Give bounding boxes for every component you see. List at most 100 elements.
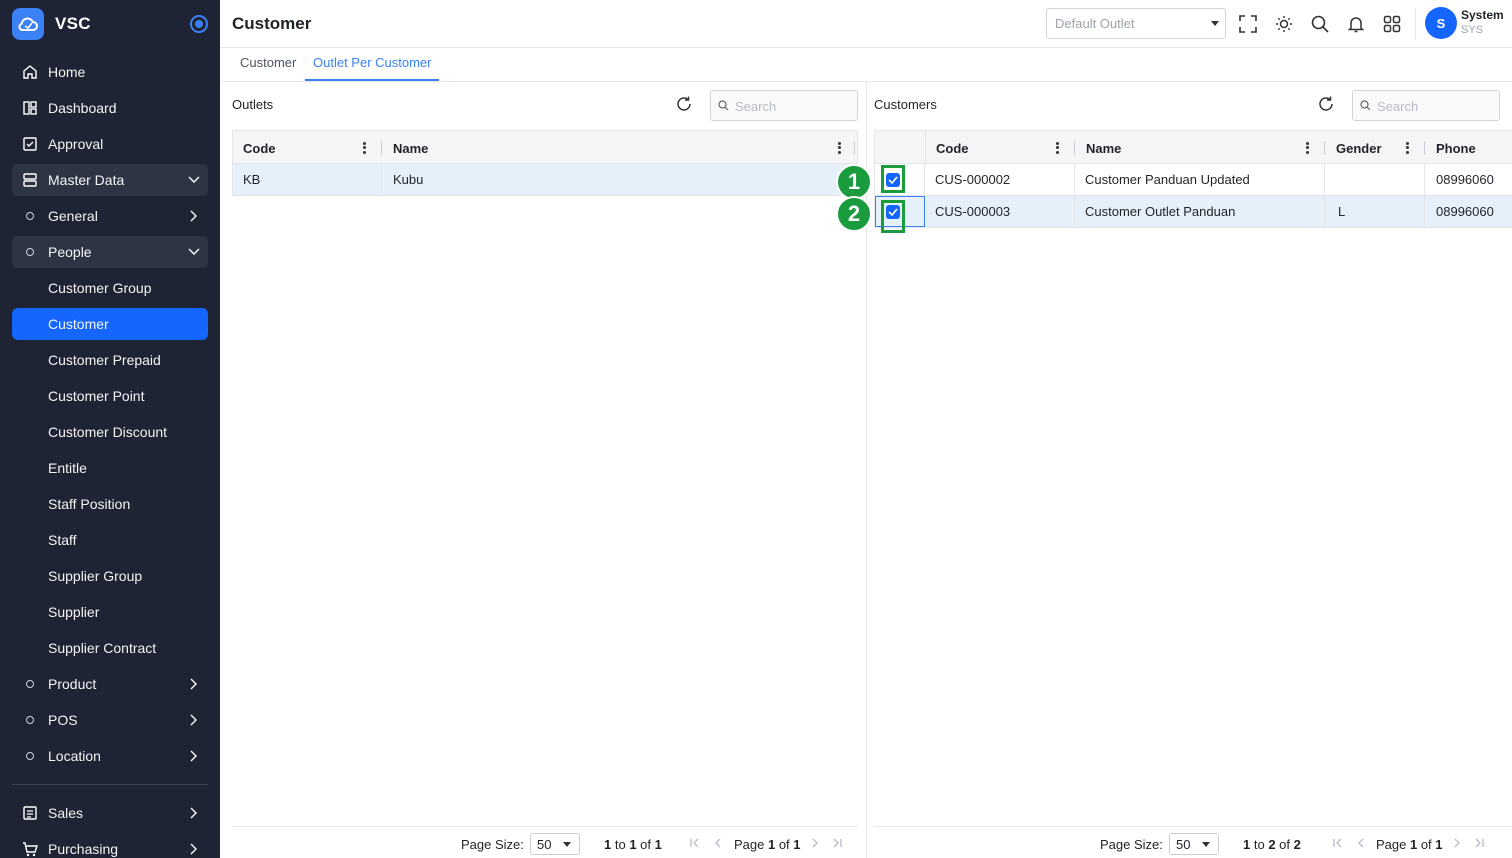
sidebar-item-customer-prepaid[interactable]: Customer Prepaid — [12, 344, 208, 376]
chevron-right-icon — [180, 843, 208, 855]
table-row[interactable]: CUS-000002 Customer Panduan Updated 0899… — [874, 164, 1512, 196]
bell-icon[interactable] — [1344, 12, 1368, 36]
column-header-code[interactable]: Code — [243, 131, 276, 165]
sidebar-item-pos[interactable]: POS — [12, 704, 208, 736]
chevron-right-icon — [180, 750, 208, 762]
chevron-right-icon — [180, 210, 208, 222]
column-header-name[interactable]: Name — [1086, 131, 1121, 165]
cell-phone: 08996060 — [1436, 204, 1494, 219]
column-resize-handle[interactable] — [1324, 141, 1325, 155]
first-page-icon[interactable] — [688, 836, 702, 850]
column-menu-icon[interactable] — [1302, 141, 1312, 155]
page-size-select[interactable]: 50 — [530, 833, 580, 855]
cell-code: CUS-000002 — [925, 164, 1075, 195]
cell-code: CUS-000003 — [925, 196, 1075, 227]
column-menu-icon[interactable] — [1052, 141, 1062, 155]
step-badge: 2 — [836, 196, 872, 232]
table-row[interactable]: CUS-000003 Customer Outlet Panduan L 089… — [874, 196, 1512, 228]
search-icon[interactable] — [1308, 12, 1332, 36]
caret-down-icon — [1202, 842, 1210, 847]
sidebar-item-general[interactable]: General — [12, 200, 208, 232]
sidebar-item-people[interactable]: People — [12, 236, 208, 268]
column-header-gender[interactable]: Gender — [1336, 131, 1382, 165]
sidebar-item-approval[interactable]: Approval — [12, 128, 208, 160]
app-name: VSC — [55, 14, 91, 33]
sidebar-item-label: Approval — [48, 136, 104, 152]
refresh-icon[interactable] — [675, 95, 695, 115]
sidebar-item-sales[interactable]: Sales — [12, 797, 208, 829]
sidebar-item-label: Staff Position — [48, 496, 131, 512]
sidebar-item-label: Customer Prepaid — [48, 352, 161, 368]
last-page-icon[interactable] — [1472, 836, 1486, 850]
refresh-icon[interactable] — [1317, 95, 1337, 115]
sidebar-item-label: POS — [48, 712, 78, 728]
caret-down-icon — [1211, 21, 1219, 26]
circle-icon — [12, 248, 48, 256]
receipt-icon — [12, 805, 48, 821]
highlight-box — [881, 165, 905, 193]
table-row[interactable]: KB Kubu — [232, 164, 858, 196]
page-title: Customer — [232, 14, 312, 33]
next-page-icon[interactable] — [1450, 836, 1464, 850]
column-menu-icon[interactable] — [359, 141, 369, 155]
prev-page-icon[interactable] — [1354, 836, 1368, 850]
tab-customer[interactable]: Customer — [240, 48, 300, 81]
column-menu-icon[interactable] — [834, 141, 844, 155]
sidebar-item-supplier[interactable]: Supplier — [12, 596, 208, 628]
chevron-down-icon — [180, 176, 208, 184]
column-header-phone[interactable]: Phone — [1436, 131, 1476, 165]
sidebar-item-entitle[interactable]: Entitle — [12, 452, 208, 484]
outlets-search-input[interactable]: Search — [710, 90, 858, 121]
sidebar-item-dashboard[interactable]: Dashboard — [12, 92, 208, 124]
sidebar-item-staff[interactable]: Staff — [12, 524, 208, 556]
customers-pagination: Page Size: 50 1 to 2 of 2 Page 1 of 1 — [874, 826, 1512, 858]
sun-icon[interactable] — [1272, 12, 1296, 36]
sidebar-item-location[interactable]: Location — [12, 740, 208, 772]
sidebar-item-label: Dashboard — [48, 100, 117, 116]
outlet-select-placeholder: Default Outlet — [1055, 16, 1135, 31]
tab-outlet-per-customer[interactable]: Outlet Per Customer — [305, 48, 439, 81]
circle-icon — [12, 680, 48, 688]
sidebar-item-label: Purchasing — [48, 841, 119, 857]
sidebar-item-customer-group[interactable]: Customer Group — [12, 272, 208, 304]
page-size-select[interactable]: 50 — [1169, 833, 1219, 855]
sidebar-item-product[interactable]: Product — [12, 668, 208, 700]
customers-search-input[interactable]: Search — [1352, 90, 1500, 121]
sidebar-item-supplier-contract[interactable]: Supplier Contract — [12, 632, 208, 664]
search-placeholder: Search — [1377, 99, 1419, 114]
apps-grid-icon[interactable] — [1380, 12, 1404, 36]
sidebar-item-purchasing[interactable]: Purchasing — [12, 833, 208, 858]
column-resize-handle[interactable] — [1074, 141, 1075, 155]
sidebar-item-master-data[interactable]: Master Data — [12, 164, 208, 196]
column-header-name[interactable]: Name — [393, 131, 428, 165]
sidebar-item-customer[interactable]: Customer — [12, 308, 208, 340]
user-name: System — [1461, 8, 1504, 22]
column-header-code[interactable]: Code — [936, 131, 969, 165]
next-page-icon[interactable] — [808, 836, 822, 850]
sidebar-item-label: People — [48, 244, 92, 260]
row-range: 1 to 1 of 1 — [604, 837, 662, 852]
cell-gender: L — [1325, 196, 1425, 227]
highlight-box — [881, 200, 905, 233]
sidebar-item-customer-point[interactable]: Customer Point — [12, 380, 208, 412]
sidebar-item-label: Customer Point — [48, 388, 145, 404]
sidebar-item-label: Customer Discount — [48, 424, 168, 440]
first-page-icon[interactable] — [1331, 836, 1345, 850]
column-menu-icon[interactable] — [1402, 141, 1412, 155]
search-icon — [718, 100, 729, 111]
sidebar-item-supplier-group[interactable]: Supplier Group — [12, 560, 208, 592]
outlet-select[interactable]: Default Outlet — [1046, 8, 1226, 39]
prev-page-icon[interactable] — [711, 836, 725, 850]
sidebar: VSC Home Dashboard Approval Master Data … — [0, 0, 220, 858]
last-page-icon[interactable] — [830, 836, 844, 850]
sidebar-item-home[interactable]: Home — [12, 56, 208, 88]
sidebar-item-staff-position[interactable]: Staff Position — [12, 488, 208, 520]
column-resize-handle[interactable] — [1424, 141, 1425, 155]
sidebar-toggle-icon[interactable] — [190, 15, 208, 33]
sidebar-item-customer-discount[interactable]: Customer Discount — [12, 416, 208, 448]
column-resize-handle[interactable] — [854, 141, 855, 155]
fullscreen-icon[interactable] — [1236, 12, 1260, 36]
avatar[interactable]: S — [1425, 7, 1457, 39]
circle-icon — [12, 752, 48, 760]
column-resize-handle[interactable] — [381, 141, 382, 155]
